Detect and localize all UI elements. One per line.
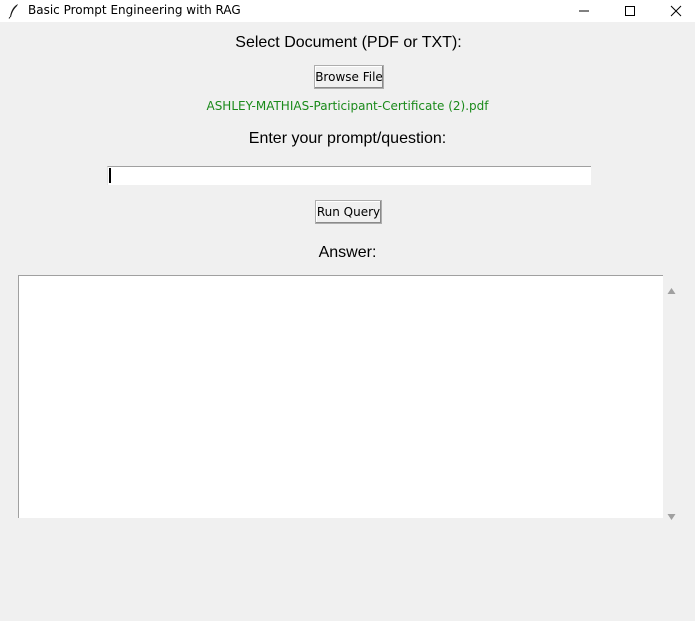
scroll-down-arrow-icon[interactable] xyxy=(667,506,676,520)
answer-scrollbar[interactable] xyxy=(663,275,680,520)
run-query-button[interactable]: Run Query xyxy=(315,200,382,224)
close-button[interactable] xyxy=(653,0,695,22)
select-document-label: Select Document (PDF or TXT): xyxy=(235,34,462,51)
selected-file-label: ASHLEY-MATHIAS-Participant-Certificate (… xyxy=(206,99,489,113)
answer-textarea[interactable] xyxy=(18,275,663,518)
prompt-input[interactable] xyxy=(107,166,591,185)
app-window: Basic Prompt Engineering with RAG Select… xyxy=(0,0,695,621)
scroll-up-arrow-icon[interactable] xyxy=(667,280,676,294)
title-bar[interactable]: Basic Prompt Engineering with RAG xyxy=(0,0,695,22)
minimize-button[interactable] xyxy=(561,0,607,22)
answer-label: Answer: xyxy=(318,244,377,261)
feather-icon xyxy=(8,3,20,19)
minimize-icon xyxy=(579,10,589,12)
maximize-icon xyxy=(625,6,635,16)
close-icon xyxy=(670,5,682,17)
prompt-label: Enter your prompt/question: xyxy=(248,130,447,147)
text-caret xyxy=(109,168,111,183)
window-title: Basic Prompt Engineering with RAG xyxy=(28,3,241,17)
maximize-button[interactable] xyxy=(607,0,653,22)
browse-file-button[interactable]: Browse File xyxy=(314,65,384,89)
